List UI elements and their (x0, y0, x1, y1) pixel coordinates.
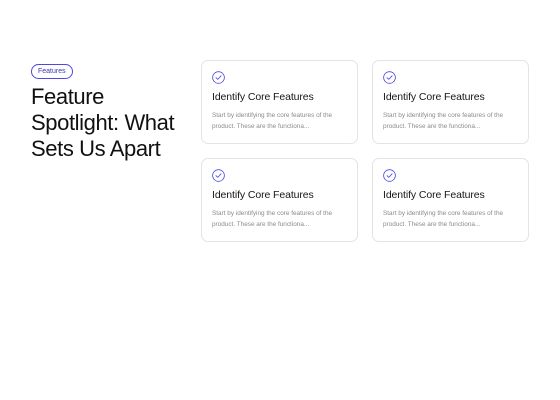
page-title: Feature Spotlight: What Sets Us Apart (31, 84, 175, 161)
feature-title: Identify Core Features (212, 189, 314, 201)
feature-description: Start by identifying the core features o… (212, 112, 333, 130)
feature-description: Start by identifying the core features o… (383, 210, 504, 228)
check-circle-icon (383, 71, 396, 84)
check-circle-icon (212, 71, 225, 84)
hero-section: Features Feature Spotlight: What Sets Us… (31, 60, 196, 162)
feature-card: Identify Core Features Start by identify… (372, 158, 529, 242)
feature-grid: Identify Core Features Start by identify… (201, 60, 529, 242)
feature-description: Start by identifying the core features o… (212, 210, 333, 228)
feature-title: Identify Core Features (212, 91, 314, 103)
feature-card: Identify Core Features Start by identify… (201, 158, 358, 242)
check-circle-icon (383, 169, 396, 182)
feature-description: Start by identifying the core features o… (383, 112, 504, 130)
features-badge: Features (31, 64, 73, 79)
feature-card: Identify Core Features Start by identify… (372, 60, 529, 144)
check-circle-icon (212, 169, 225, 182)
feature-title: Identify Core Features (383, 189, 485, 201)
feature-title: Identify Core Features (383, 91, 485, 103)
feature-card: Identify Core Features Start by identify… (201, 60, 358, 144)
